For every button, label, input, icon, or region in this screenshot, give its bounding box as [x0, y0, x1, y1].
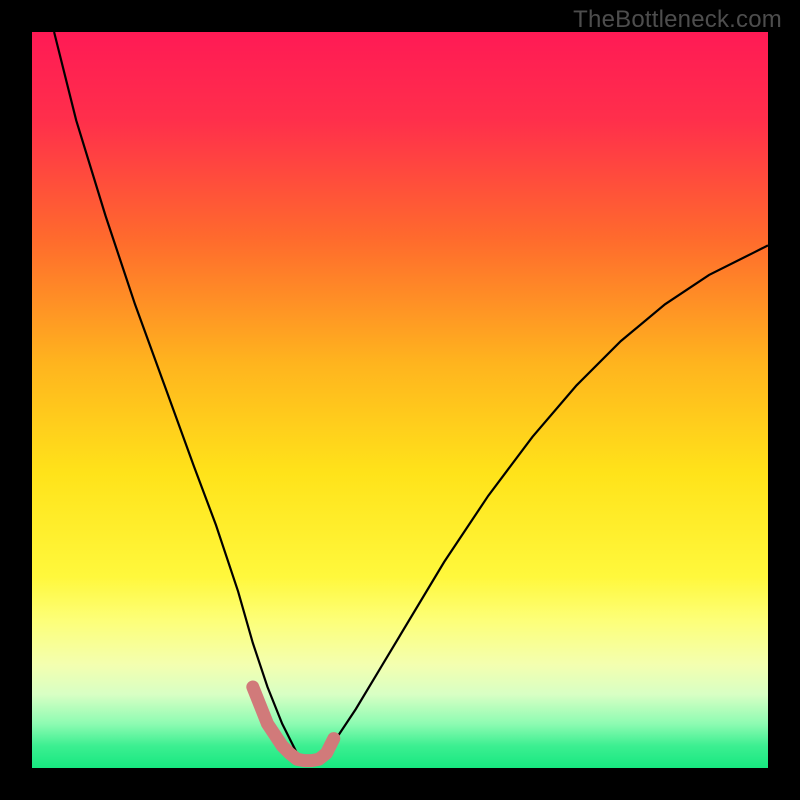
chart-svg: [32, 32, 768, 768]
bottleneck-curve: [54, 32, 768, 764]
highlight-band: [253, 687, 334, 761]
chart-frame: TheBottleneck.com: [0, 0, 800, 800]
watermark-text: TheBottleneck.com: [573, 6, 782, 34]
chart-plot-area: [32, 32, 768, 768]
